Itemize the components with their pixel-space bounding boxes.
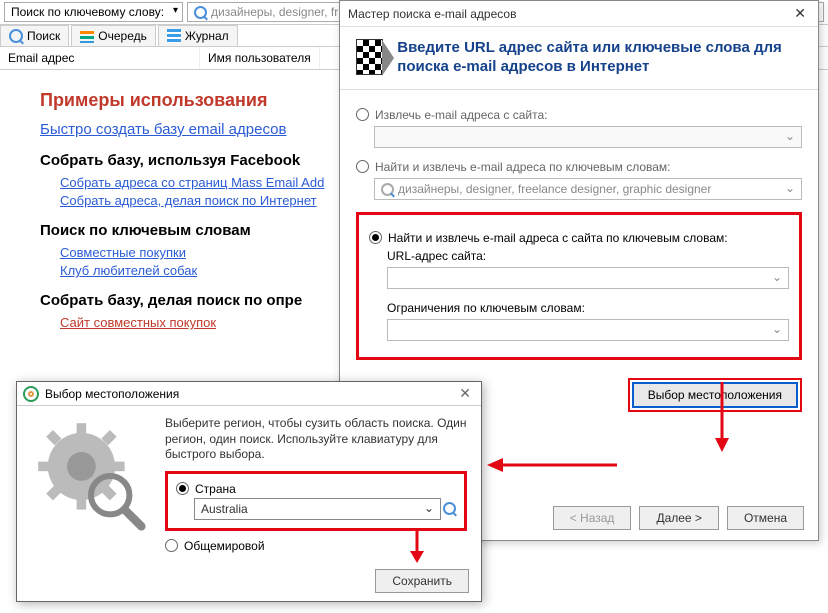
close-icon[interactable]: ✕ bbox=[790, 5, 810, 22]
opt-find-keywords[interactable]: Найти и извлечь e-mail адреса по ключевы… bbox=[356, 160, 802, 174]
kw-restrict-combo[interactable] bbox=[387, 319, 789, 341]
search-mode-dropdown[interactable]: Поиск по ключевому слову: bbox=[4, 2, 183, 22]
country-select[interactable]: Australia bbox=[194, 498, 441, 520]
location-titlebar[interactable]: Выбор местоположения ✕ bbox=[17, 382, 481, 406]
checkered-flag-icon bbox=[356, 39, 383, 75]
site-url-combo[interactable] bbox=[387, 267, 789, 289]
opt-country[interactable]: Страна bbox=[176, 482, 456, 496]
wizard-title-text: Мастер поиска e-mail адресов bbox=[348, 7, 516, 21]
radio-icon bbox=[165, 539, 178, 552]
location-button[interactable]: Выбор местоположения bbox=[632, 382, 798, 408]
next-button[interactable]: Далее > bbox=[639, 506, 719, 530]
col-email[interactable]: Email адрес bbox=[0, 47, 200, 69]
search-query-text: дизайнеры, designer, fr bbox=[211, 5, 338, 19]
keywords-combo[interactable]: дизайнеры, designer, freelance designer,… bbox=[374, 178, 802, 200]
kw-restrict-label: Ограничения по ключевым словам: bbox=[387, 301, 789, 315]
radio-checked-icon bbox=[176, 482, 189, 495]
target-icon bbox=[23, 386, 39, 402]
wizard-footer: < Назад Далее > Отмена bbox=[553, 506, 804, 530]
country-frame: Страна Australia bbox=[165, 471, 467, 531]
wizard-body: Извлечь e-mail адреса с сайта: Найти и и… bbox=[340, 90, 818, 422]
tab-queue[interactable]: Очередь bbox=[71, 25, 156, 46]
tab-journal[interactable]: Журнал bbox=[158, 25, 238, 46]
radio-icon bbox=[356, 160, 369, 173]
journal-icon bbox=[167, 29, 181, 43]
back-button: < Назад bbox=[553, 506, 632, 530]
opt-extract-site[interactable]: Извлечь e-mail адреса с сайта: bbox=[356, 108, 802, 122]
search-icon bbox=[194, 6, 207, 19]
url-label: URL-адрес сайта: bbox=[387, 249, 789, 263]
location-desc: Выберите регион, чтобы сузить область по… bbox=[165, 416, 467, 463]
location-title-text: Выбор местоположения bbox=[45, 387, 179, 401]
search-icon bbox=[9, 29, 23, 43]
save-button[interactable]: Сохранить bbox=[375, 569, 469, 593]
wizard-header: Введите URL адрес сайта или ключевые сло… bbox=[340, 27, 818, 90]
tab-search[interactable]: Поиск bbox=[0, 25, 69, 46]
location-button-frame: Выбор местоположения bbox=[628, 378, 802, 412]
site-url-combo-disabled bbox=[374, 126, 802, 148]
location-dialog: Выбор местоположения ✕ Выберите регион, … bbox=[16, 381, 482, 602]
radio-icon bbox=[356, 108, 369, 121]
wizard-heading: Введите URL адрес сайта или ключевые сло… bbox=[397, 39, 802, 77]
search-icon bbox=[381, 183, 394, 196]
col-user[interactable]: Имя пользователя bbox=[200, 47, 320, 69]
location-body: Выберите регион, чтобы сузить область по… bbox=[17, 406, 481, 563]
radio-checked-icon bbox=[369, 231, 382, 244]
search-icon[interactable] bbox=[443, 502, 456, 515]
close-icon[interactable]: ✕ bbox=[455, 385, 475, 402]
gear-magnify-icon bbox=[31, 416, 151, 536]
queue-icon bbox=[80, 29, 94, 43]
opt-worldwide[interactable]: Общемировой bbox=[165, 539, 467, 553]
selected-option-frame: Найти и извлечь e-mail адреса с сайта по… bbox=[356, 212, 802, 360]
wizard-titlebar[interactable]: Мастер поиска e-mail адресов ✕ bbox=[340, 1, 818, 27]
opt-site-keywords[interactable]: Найти и извлечь e-mail адреса с сайта по… bbox=[369, 231, 789, 245]
cancel-button[interactable]: Отмена bbox=[727, 506, 804, 530]
